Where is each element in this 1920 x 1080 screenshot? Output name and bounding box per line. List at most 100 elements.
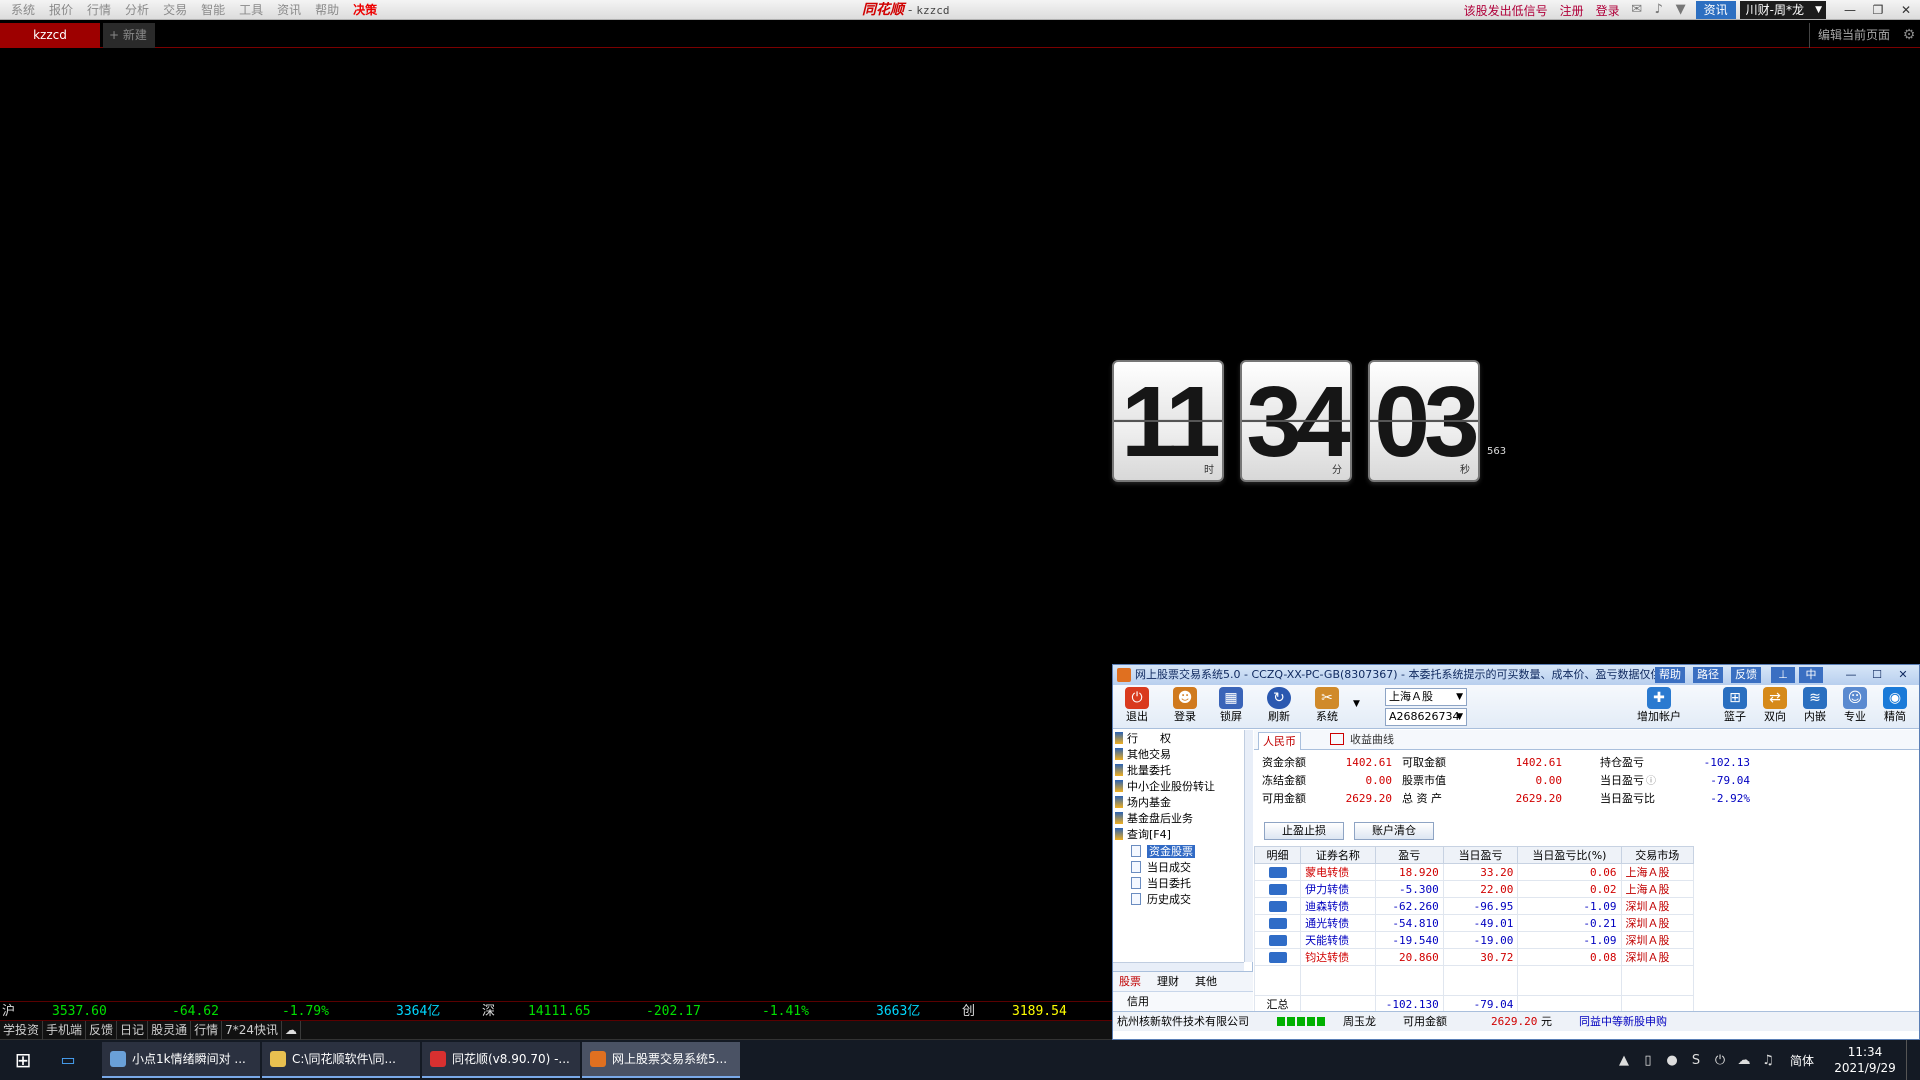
detail-cell[interactable] bbox=[1253, 948, 1302, 966]
lock-screen-button[interactable]: ▦ 锁屏 bbox=[1211, 687, 1251, 727]
close-icon[interactable]: ✕ bbox=[1891, 667, 1915, 683]
taskbar-clock[interactable]: 11:34 2021/9/29 bbox=[1824, 1044, 1906, 1076]
stop-profit-loss-button[interactable]: 止盈止损 bbox=[1264, 822, 1344, 840]
edit-page-button[interactable]: 编辑当前页面 bbox=[1808, 23, 1898, 48]
tab-credit[interactable]: 信用 bbox=[1113, 991, 1253, 1011]
col-pnl[interactable]: 盈亏 bbox=[1374, 846, 1444, 864]
menu-tools[interactable]: 工具 bbox=[232, 0, 270, 20]
pro-button[interactable]: ☺ 专业 bbox=[1835, 687, 1875, 727]
news-button[interactable]: 资讯 bbox=[1695, 1, 1736, 19]
tab-wealth[interactable]: 理财 bbox=[1157, 972, 1179, 992]
help-button[interactable]: 帮助 bbox=[1655, 667, 1685, 683]
menu-quote[interactable]: 报价 bbox=[42, 0, 80, 20]
exit-button[interactable]: ⏻ 退出 bbox=[1117, 687, 1157, 727]
shortcut-mobile[interactable]: 手机端 bbox=[43, 1021, 87, 1040]
maximize-icon[interactable]: ☐ bbox=[1865, 667, 1889, 683]
table-row[interactable]: 天能转债 -19.540 -19.00 -1.09 深圳Ａ股 bbox=[1253, 931, 1695, 949]
windows-start-icon[interactable]: ⊞ bbox=[0, 1040, 46, 1080]
detail-cell[interactable] bbox=[1253, 897, 1302, 915]
language-icon[interactable]: 中 bbox=[1799, 667, 1823, 683]
tab-profit-curve[interactable]: 收益曲线 bbox=[1330, 730, 1394, 750]
menu-trade[interactable]: 交易 bbox=[156, 0, 194, 20]
network-icon[interactable]: ☁ bbox=[1732, 1053, 1756, 1068]
info-icon[interactable]: ⓘ bbox=[1646, 776, 1656, 787]
menu-market[interactable]: 行情 bbox=[80, 0, 118, 20]
power-icon[interactable]: ⏻ bbox=[1708, 1053, 1732, 1068]
mail-icon[interactable]: ✉ bbox=[1626, 0, 1648, 20]
col-today-pnl[interactable]: 当日盈亏 bbox=[1442, 846, 1519, 864]
taskbar-item-notes[interactable]: 小点1k情绪瞬间对 ... bbox=[102, 1042, 260, 1078]
path-button[interactable]: 路径 bbox=[1693, 667, 1723, 683]
shirt-icon[interactable]: ▼ bbox=[1670, 0, 1692, 20]
table-row[interactable]: 蒙电转债 18.920 33.20 0.06 上海Ａ股 bbox=[1253, 863, 1695, 881]
system-button[interactable]: ✂ 系统 bbox=[1307, 687, 1347, 727]
trading-titlebar[interactable]: 网上股票交易系统5.0 - CCZQ-XX-PC-GB(8307367) - 本… bbox=[1113, 665, 1919, 685]
bell-icon[interactable]: ♪ bbox=[1648, 0, 1670, 20]
user-selector[interactable]: 川财-周*龙 ▼ bbox=[1739, 1, 1826, 19]
login-button[interactable]: ☻ 登录 bbox=[1165, 687, 1205, 727]
menu-help[interactable]: 帮助 bbox=[308, 0, 346, 20]
shortcut-diary[interactable]: 日记 bbox=[117, 1021, 149, 1040]
security-icon[interactable]: ● bbox=[1660, 1053, 1684, 1068]
usb-icon[interactable]: ▯ bbox=[1636, 1053, 1660, 1068]
menu-news[interactable]: 资讯 bbox=[270, 0, 308, 20]
embed-button[interactable]: ≋ 内嵌 bbox=[1795, 687, 1835, 727]
dual-button[interactable]: ⇄ 双向 bbox=[1755, 687, 1795, 727]
refresh-button[interactable]: ↻ 刷新 bbox=[1259, 687, 1299, 727]
menu-analysis[interactable]: 分析 bbox=[118, 0, 156, 20]
clear-account-button[interactable]: 账户清仓 bbox=[1354, 822, 1434, 840]
shortcut-learn[interactable]: 学投资 bbox=[0, 1021, 44, 1040]
minimize-icon[interactable]: — bbox=[1839, 667, 1863, 683]
detail-cell[interactable] bbox=[1253, 914, 1302, 932]
robot-icon[interactable]: ☁ bbox=[282, 1021, 301, 1040]
new-tab-button[interactable]: + 新建 bbox=[103, 23, 155, 48]
market-select[interactable]: 上海Ａ股 ▼ bbox=[1385, 688, 1467, 706]
table-row[interactable]: 迪森转债 -62.260 -96.95 -1.09 深圳Ａ股 bbox=[1253, 897, 1695, 915]
shortcut-gulingtong[interactable]: 股灵通 bbox=[148, 1021, 192, 1040]
feedback-button[interactable]: 反馈 bbox=[1731, 667, 1761, 683]
pin-icon[interactable]: ⊥ bbox=[1771, 667, 1795, 683]
tree-query[interactable]: 查询[F4] bbox=[1115, 826, 1171, 844]
volume-icon[interactable]: ♫ bbox=[1756, 1053, 1780, 1068]
minimize-icon[interactable]: — bbox=[1836, 0, 1864, 20]
shortcut-market[interactable]: 行情 bbox=[191, 1021, 223, 1040]
menu-system[interactable]: 系统 bbox=[4, 0, 42, 20]
login-link[interactable]: 登录 bbox=[1590, 2, 1626, 19]
input-language[interactable]: 简体 bbox=[1780, 1052, 1824, 1069]
taskbar-item-explorer[interactable]: C:\同花顺软件\同... bbox=[262, 1042, 420, 1078]
tab-rmb[interactable]: 人民币 bbox=[1258, 732, 1301, 750]
ipo-notice[interactable]: 同益中等新股申购 bbox=[1579, 1012, 1667, 1032]
tab-stocks[interactable]: 股票 bbox=[1119, 972, 1141, 992]
table-row[interactable]: 通光转债 -54.810 -49.01 -0.21 深圳Ａ股 bbox=[1253, 914, 1695, 932]
taskbar-item-tonghuashun[interactable]: 同花顺(v8.90.70) -... bbox=[422, 1042, 580, 1078]
simple-button[interactable]: ◉ 精简 bbox=[1875, 687, 1915, 727]
signal-alert-link[interactable]: 该股发出低信号 bbox=[1458, 2, 1554, 19]
table-row[interactable]: 钧达转债 20.860 30.72 0.08 深圳Ａ股 bbox=[1253, 948, 1695, 966]
table-row[interactable]: 伊力转债 -5.300 22.00 0.02 上海Ａ股 bbox=[1253, 880, 1695, 898]
tree-vertical-scrollbar[interactable] bbox=[1244, 730, 1253, 962]
gear-icon[interactable]: ⚙ bbox=[1900, 23, 1918, 48]
shortcut-flash-news[interactable]: 7*24快讯 bbox=[222, 1021, 282, 1040]
task-view-icon[interactable]: ▭ bbox=[48, 1040, 88, 1080]
basket-button[interactable]: ⊞ 篮子 bbox=[1715, 687, 1755, 727]
detail-cell[interactable] bbox=[1253, 880, 1302, 898]
add-account-button[interactable]: ✚ 增加帐户 bbox=[1633, 687, 1685, 727]
col-today-pnl-pct[interactable]: 当日盈亏比(%) bbox=[1517, 846, 1622, 864]
restore-icon[interactable]: ❐ bbox=[1864, 0, 1892, 20]
tree-horizontal-scrollbar[interactable] bbox=[1113, 962, 1244, 971]
index-ticker-bar[interactable]: 沪 3537.60 -64.62 -1.79% 3364亿 深 14111.65… bbox=[0, 1001, 1112, 1021]
tab-kzzcd[interactable]: kzzcd bbox=[0, 23, 100, 48]
close-icon[interactable]: ✕ bbox=[1892, 0, 1920, 20]
s-app-icon[interactable]: S bbox=[1684, 1053, 1708, 1068]
show-desktop-button[interactable] bbox=[1906, 1040, 1920, 1080]
tray-app-icon[interactable]: ▲ bbox=[1612, 1053, 1636, 1068]
account-select[interactable]: A268626734 ▼ bbox=[1385, 708, 1467, 726]
shortcut-feedback[interactable]: 反馈 bbox=[86, 1021, 118, 1040]
tab-other[interactable]: 其他 bbox=[1195, 972, 1217, 992]
tree-history-deals[interactable]: 历史成交 bbox=[1131, 891, 1191, 909]
chevron-down-icon[interactable]: ▼ bbox=[1353, 699, 1360, 709]
col-security-name[interactable]: 证券名称 bbox=[1300, 846, 1376, 864]
taskbar-item-trading[interactable]: 网上股票交易系统5... bbox=[582, 1042, 740, 1078]
col-market[interactable]: 交易市场 bbox=[1620, 846, 1695, 864]
menu-decision[interactable]: 决策 bbox=[346, 0, 384, 20]
